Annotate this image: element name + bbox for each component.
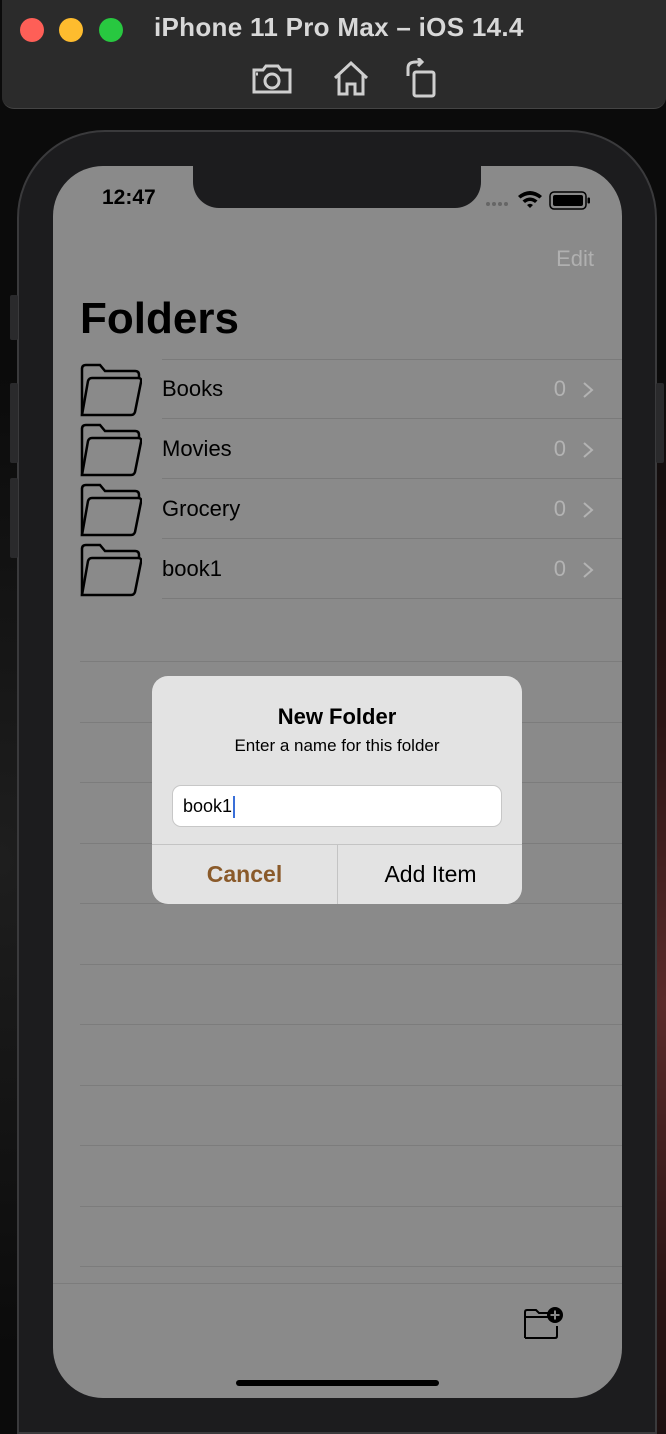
- screenshot-icon[interactable]: [250, 58, 294, 98]
- volume-down-button: [10, 478, 18, 558]
- home-indicator: [236, 1380, 439, 1386]
- input-value: book1: [183, 796, 233, 816]
- folder-row-grocery[interactable]: Grocery 0: [80, 479, 622, 539]
- bottom-toolbar: [53, 1283, 622, 1284]
- alert-message: Enter a name for this folder: [234, 736, 440, 755]
- empty-row-separator: [80, 1145, 622, 1146]
- empty-row-separator: [80, 1206, 622, 1207]
- folder-row-books[interactable]: Books 0: [80, 359, 622, 419]
- chevron-right-icon: [583, 382, 594, 398]
- folder-count: 0: [553, 436, 566, 461]
- folder-count: 0: [553, 556, 566, 581]
- home-icon[interactable]: [329, 58, 373, 98]
- folder-row-book1[interactable]: book1 0: [80, 539, 622, 599]
- folder-name: Books: [162, 376, 224, 401]
- empty-row-separator: [80, 1266, 622, 1267]
- folder-icon: [80, 483, 142, 537]
- empty-row-separator: [80, 1085, 622, 1086]
- status-icons: [486, 191, 590, 210]
- edit-button[interactable]: Edit: [556, 246, 594, 272]
- wifi-icon: [518, 191, 542, 208]
- folder-name: Grocery: [162, 496, 241, 521]
- status-time: 12:47: [102, 186, 156, 209]
- new-folder-icon[interactable]: [522, 1306, 566, 1340]
- empty-row-separator: [80, 964, 622, 965]
- folder-count: 0: [553, 496, 566, 521]
- battery-icon: [549, 191, 590, 210]
- window-title: iPhone 11 Pro Max – iOS 14.4: [154, 12, 524, 42]
- folder-icon: [80, 423, 142, 477]
- chevron-right-icon: [583, 562, 594, 578]
- empty-row-separator: [80, 1024, 622, 1025]
- folder-name: book1: [162, 556, 222, 581]
- mute-switch: [10, 295, 18, 340]
- text-caret: [233, 796, 236, 819]
- page-title: Folders: [80, 294, 239, 343]
- minimize-window-button[interactable]: [59, 18, 83, 42]
- zoom-window-button[interactable]: [99, 18, 123, 42]
- row-separator: [162, 598, 622, 599]
- empty-row-separator: [80, 661, 622, 662]
- notch: [193, 166, 481, 208]
- side-button: [656, 383, 664, 463]
- folder-icon: [80, 543, 142, 597]
- volume-up-button: [10, 383, 18, 463]
- rotate-icon[interactable]: [400, 56, 444, 98]
- chevron-right-icon: [583, 442, 594, 458]
- chevron-right-icon: [583, 502, 594, 518]
- folder-list: Books 0 Movies 0 Grocery 0 book1 0: [80, 359, 622, 599]
- folder-count: 0: [553, 376, 566, 401]
- add-item-button[interactable]: Add Item: [338, 845, 522, 904]
- alert-title: New Folder: [277, 704, 397, 729]
- folder-icon: [80, 363, 142, 417]
- simulator-titlebar: iPhone 11 Pro Max – iOS 14.4: [2, 0, 666, 109]
- cancel-button[interactable]: Cancel: [152, 845, 337, 904]
- folder-row-movies[interactable]: Movies 0: [80, 419, 622, 479]
- close-window-button[interactable]: [20, 18, 44, 42]
- folder-name: Movies: [162, 436, 232, 461]
- new-folder-alert: New Folder Enter a name for this folder …: [152, 676, 522, 904]
- folder-name-input[interactable]: book1: [172, 785, 502, 827]
